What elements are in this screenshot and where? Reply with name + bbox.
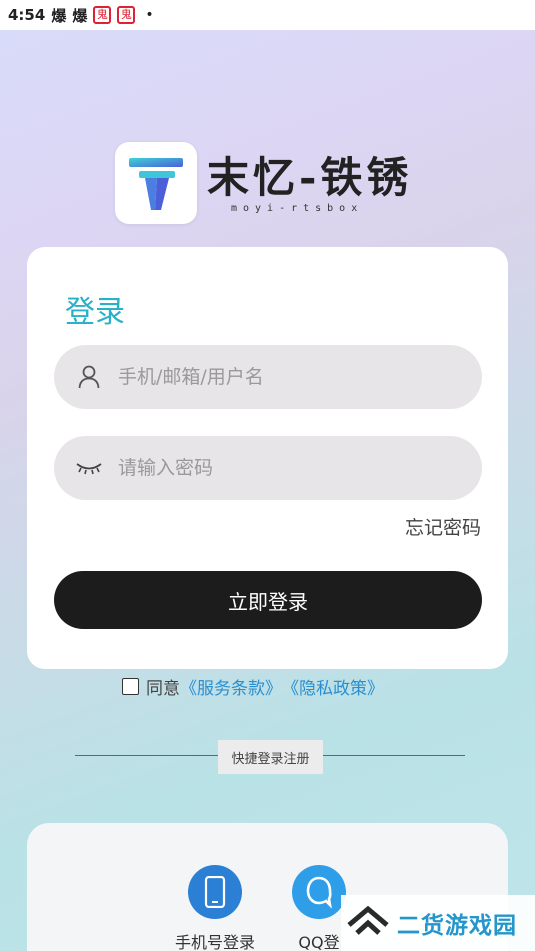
login-title: 登录 <box>65 295 125 330</box>
brand-subtitle: moyi-rtsbox <box>231 202 364 214</box>
watermark: 二货游戏园 <box>341 895 535 951</box>
user-icon <box>76 364 102 390</box>
privacy-link[interactable]: 《隐私政策》 <box>282 674 384 699</box>
phone-login-button[interactable]: 手机号登录 <box>175 865 255 951</box>
login-button[interactable]: 立即登录 <box>54 571 482 629</box>
forgot-password-link[interactable]: 忘记密码 <box>405 513 481 540</box>
qq-icon <box>292 865 346 919</box>
quick-login-divider-label: 快捷登录注册 <box>218 740 323 774</box>
watermark-logo-icon <box>345 903 391 943</box>
qq-login-button[interactable]: QQ登 <box>292 865 346 951</box>
notification-icon: 爆 <box>51 6 67 25</box>
eye-closed-icon[interactable] <box>76 455 102 481</box>
brand-title: 末忆-铁锈 <box>207 152 413 202</box>
divider-line-left <box>75 755 218 756</box>
notification-icon: 爆 <box>72 6 88 25</box>
status-time: 4:54 <box>8 6 46 24</box>
agree-text: 同意 <box>146 679 180 699</box>
app-notification-icon: 鬼 <box>93 6 112 24</box>
password-input[interactable] <box>118 457 458 479</box>
status-bar: 4:54 爆 爆 鬼 鬼 • <box>0 0 535 30</box>
phone-icon <box>188 865 242 919</box>
qq-login-label: QQ登 <box>298 933 340 951</box>
login-card: 登录 忘记密码 立即登录 <box>27 247 508 669</box>
watermark-text: 二货游戏园 <box>397 913 517 939</box>
brand-text: 末忆-铁锈 moyi-rtsbox <box>207 153 412 214</box>
app-notification-icon: 鬼 <box>117 6 136 24</box>
app-logo-icon <box>115 142 197 224</box>
more-notifications-dot: • <box>145 7 154 23</box>
agreement-row: 同意 《服务条款》 《隐私政策》 <box>122 674 384 699</box>
agree-checkbox[interactable] <box>122 678 139 695</box>
brand-header: 末忆-铁锈 moyi-rtsbox <box>115 142 412 224</box>
username-input[interactable] <box>118 366 458 388</box>
divider-line-right <box>323 755 465 756</box>
password-field[interactable] <box>54 436 482 500</box>
username-field[interactable] <box>54 345 482 409</box>
phone-login-label: 手机号登录 <box>175 933 256 951</box>
terms-link[interactable]: 《服务条款》 <box>180 674 282 699</box>
